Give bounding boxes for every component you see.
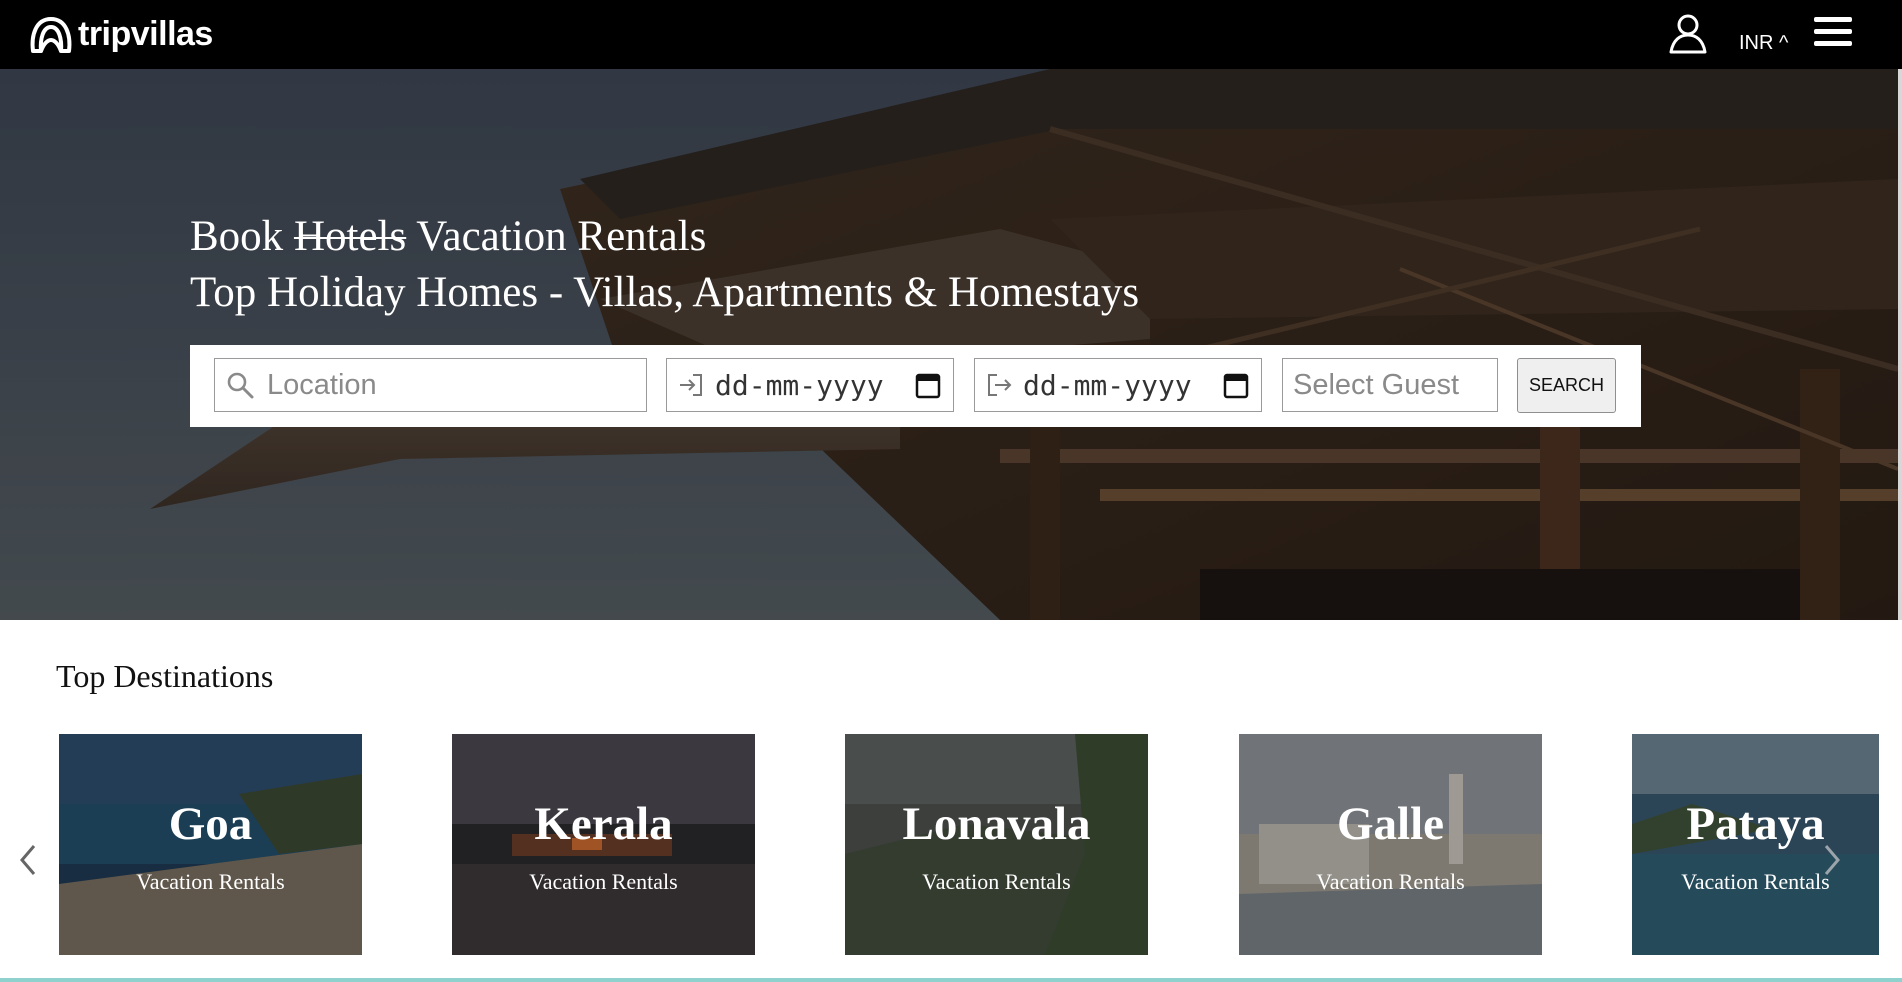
destination-name: Kerala <box>534 798 673 850</box>
guest-field[interactable] <box>1282 358 1498 412</box>
headline-prefix: Book <box>190 213 284 260</box>
location-input[interactable] <box>265 367 639 403</box>
destination-card-galle[interactable]: Galle Vacation Rentals <box>1239 734 1542 955</box>
destination-card-goa[interactable]: Goa Vacation Rentals <box>59 734 362 955</box>
menu-bar <box>1814 41 1852 46</box>
hero-line-2: Top Holiday Homes - Villas, Apartments &… <box>190 269 1140 316</box>
destination-subtitle: Vacation Rentals <box>922 869 1071 894</box>
headline-suffix: Vacation Rentals <box>416 213 707 260</box>
checkout-icon <box>988 374 1012 396</box>
search-bar: dd-mm-yyyy dd-mm-yyyy <box>190 345 1641 427</box>
checkin-field[interactable]: dd-mm-yyyy <box>666 358 954 412</box>
destination-name: Lonavala <box>902 798 1091 850</box>
carousel-next-arrow-icon[interactable] <box>1818 840 1846 880</box>
checkout-field[interactable]: dd-mm-yyyy <box>974 358 1262 412</box>
destination-subtitle: Vacation Rentals <box>1316 869 1465 894</box>
search-button[interactable]: SEARCH <box>1517 358 1616 413</box>
hero-banner: Book Hotels Vacation Rentals Top Holiday… <box>0 69 1898 620</box>
destination-subtitle: Vacation Rentals <box>136 869 285 894</box>
checkout-date-input[interactable]: dd-mm-yyyy <box>1023 369 1192 402</box>
bottom-accent-line <box>0 978 1902 982</box>
page: tripvillas INR ^ Book Hotels Vacation Re… <box>0 0 1902 982</box>
destination-name: Goa <box>168 798 253 850</box>
calendar-icon[interactable] <box>915 371 941 399</box>
carousel-prev-arrow-icon[interactable] <box>14 840 42 880</box>
location-field[interactable] <box>214 358 647 412</box>
destination-subtitle: Vacation Rentals <box>529 869 678 894</box>
hamburger-menu-icon[interactable] <box>1814 17 1852 49</box>
guest-input[interactable] <box>1291 367 1495 403</box>
top-navbar: tripvillas INR ^ <box>0 0 1902 69</box>
search-icon <box>227 372 254 399</box>
currency-selector[interactable]: INR ^ <box>1739 32 1788 55</box>
destination-name: Galle <box>1336 798 1445 850</box>
menu-bar <box>1814 29 1852 34</box>
user-icon[interactable] <box>1668 12 1708 54</box>
destination-card-kerala[interactable]: Kerala Vacation Rentals <box>452 734 755 955</box>
calendar-icon[interactable] <box>1223 371 1249 399</box>
scrollbar[interactable] <box>1898 69 1902 620</box>
checkin-icon <box>680 374 702 396</box>
hero-headline: Book Hotels Vacation Rentals Top Holiday… <box>190 209 1139 321</box>
destination-card-lonavala[interactable]: Lonavala Vacation Rentals <box>845 734 1148 955</box>
logo[interactable]: tripvillas <box>28 12 213 56</box>
tripvillas-logo-icon <box>30 17 72 53</box>
headline-struck-word: Hotels <box>293 213 407 260</box>
checkin-date-input[interactable]: dd-mm-yyyy <box>715 369 884 402</box>
section-title: Top Destinations <box>56 658 274 694</box>
hero-line-1: Book Hotels Vacation Rentals <box>190 209 1139 265</box>
logo-text: tripvillas <box>78 14 213 53</box>
menu-bar <box>1814 17 1852 22</box>
